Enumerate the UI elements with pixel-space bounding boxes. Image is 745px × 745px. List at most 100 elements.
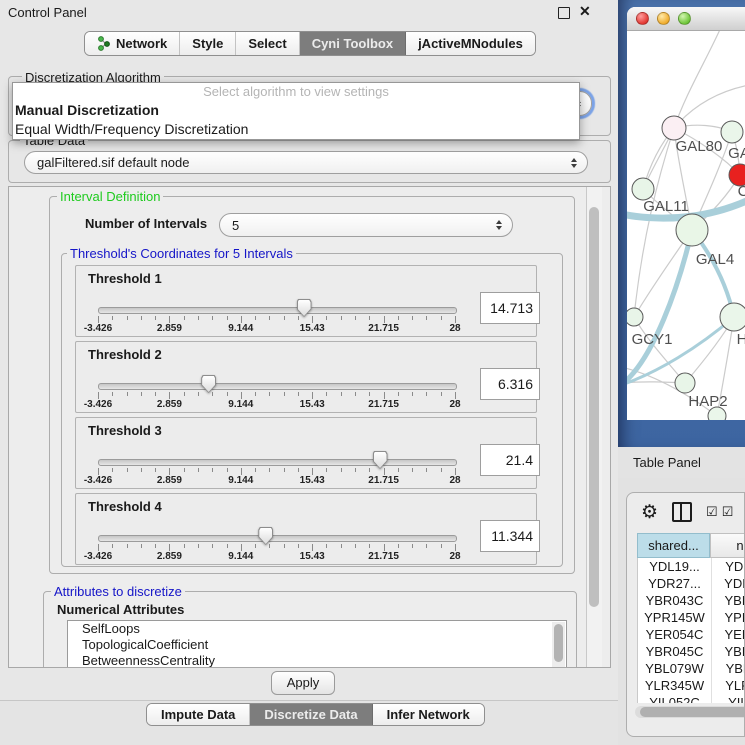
tab-cyni-toolbox[interactable]: Cyni Toolbox — [300, 32, 406, 55]
network-node[interactable] — [720, 303, 745, 331]
threshold-slider-track[interactable] — [98, 383, 457, 390]
scrollbar-thumb[interactable] — [554, 624, 563, 662]
apply-button[interactable]: Apply — [271, 671, 335, 695]
scrollbar-thumb[interactable] — [589, 207, 599, 607]
table-row[interactable]: YBR043CYBR0 — [638, 592, 745, 609]
tick-mark — [155, 544, 156, 548]
table-cell[interactable]: YDR2 — [711, 575, 745, 592]
table-cell[interactable]: YBR0 — [711, 592, 745, 609]
dropdown-option[interactable]: Equal Width/Frequency Discretization — [13, 120, 579, 139]
table-cell[interactable]: YDL19... — [638, 558, 711, 575]
split-view-icon[interactable] — [672, 502, 692, 522]
tab-impute-data[interactable]: Impute Data — [147, 704, 250, 725]
network-window-titlebar[interactable] — [627, 7, 745, 31]
tab-jactivemnodules[interactable]: jActiveMNodules — [406, 32, 535, 55]
float-icon[interactable] — [558, 7, 570, 19]
threshold-value-field[interactable]: 11.344 — [480, 520, 540, 552]
network-node[interactable] — [662, 116, 686, 140]
table-row[interactable]: YBR045CYBR0 — [638, 643, 745, 660]
table-horizontal-scrollbar[interactable] — [635, 706, 745, 718]
table-cell[interactable]: YLR345W — [638, 677, 711, 694]
checkbox-icon[interactable]: ☑ — [706, 504, 718, 520]
attribute-item[interactable]: BetweennessCentrality — [68, 653, 566, 668]
network-node[interactable] — [675, 373, 695, 393]
threshold-value-field[interactable]: 21.4 — [480, 444, 540, 476]
column-header[interactable]: shared... — [637, 533, 710, 558]
tick-mark — [127, 392, 128, 396]
table-row[interactable]: YIL052CYIL0 — [638, 694, 745, 703]
network-graph[interactable]: GAL80GACGAL11GAL4GCY1HHAP2 — [627, 31, 745, 420]
tab-infer-network[interactable]: Infer Network — [373, 704, 484, 725]
panel-scrollbar[interactable] — [586, 187, 602, 667]
table-cell[interactable]: YIL0 — [711, 694, 745, 703]
table-cell[interactable]: YER0 — [711, 626, 745, 643]
table-cell[interactable]: YLR3 — [711, 677, 745, 694]
attributes-scrollbar[interactable] — [552, 622, 565, 668]
tab-label: Network — [116, 36, 167, 51]
table-cell[interactable]: YDR27... — [638, 575, 711, 592]
table-cell[interactable]: YPR145W — [638, 609, 711, 626]
table-cell[interactable]: YBL079W — [638, 660, 711, 677]
threshold-value-field[interactable]: 6.316 — [480, 368, 540, 400]
table-cell[interactable]: YIL052C — [638, 694, 711, 703]
threshold-slider-track[interactable] — [98, 459, 457, 466]
tick-mark — [227, 544, 228, 548]
table-row[interactable]: YBL079WYBL0 — [638, 660, 745, 677]
table-cell[interactable]: YBL0 — [711, 660, 745, 677]
table-cell[interactable]: YER054C — [638, 626, 711, 643]
tick-label: 9.144 — [228, 399, 253, 410]
network-node[interactable] — [721, 121, 743, 143]
tab-network[interactable]: Network — [85, 32, 180, 55]
dropdown-option[interactable]: Manual Discretization — [13, 101, 579, 120]
table-cell[interactable]: YPR1 — [711, 609, 745, 626]
tick-mark — [369, 544, 370, 548]
tick-mark — [98, 544, 99, 551]
attributes-list[interactable]: SelfLoopsTopologicalCoefficientBetweenne… — [67, 620, 567, 668]
network-canvas[interactable]: GAL80GACGAL11GAL4GCY1HHAP2 — [627, 31, 745, 420]
table-row[interactable]: YLR345WYLR3 — [638, 677, 745, 694]
threshold-slider-handle[interactable] — [297, 299, 312, 317]
tick-mark — [441, 544, 442, 548]
tab-select[interactable]: Select — [236, 32, 299, 55]
table-cell[interactable]: YBR0 — [711, 643, 745, 660]
column-header[interactable]: n — [710, 533, 745, 558]
threshold-slider-handle[interactable] — [201, 375, 216, 393]
tab-label: Cyni Toolbox — [312, 36, 393, 51]
table-row[interactable]: YER054CYER0 — [638, 626, 745, 643]
tick-mark — [312, 544, 313, 551]
network-node[interactable] — [627, 308, 643, 326]
node-label: GAL4 — [696, 251, 734, 268]
attribute-item[interactable]: TopologicalCoefficient — [68, 637, 566, 653]
tick-label: 28 — [449, 399, 460, 410]
threshold-slider-handle[interactable] — [373, 451, 388, 469]
close-traffic-light-icon[interactable] — [636, 12, 649, 25]
network-node[interactable] — [676, 214, 708, 246]
table-row[interactable]: YPR145WYPR1 — [638, 609, 745, 626]
network-node[interactable] — [632, 178, 654, 200]
tab-discretize-data[interactable]: Discretize Data — [250, 704, 372, 725]
attribute-item[interactable]: SelfLoops — [68, 621, 566, 637]
table-cell[interactable]: YBR043C — [638, 592, 711, 609]
tick-mark — [455, 392, 456, 399]
zoom-traffic-light-icon[interactable] — [678, 12, 691, 25]
num-intervals-combobox[interactable]: 5 — [219, 213, 513, 237]
table-cell[interactable]: YDL1 — [711, 558, 745, 575]
table-data-combobox[interactable]: galFiltered.sif default node — [24, 151, 588, 174]
minimize-traffic-light-icon[interactable] — [657, 12, 670, 25]
table-row[interactable]: YDL19...YDL1 — [638, 558, 745, 575]
threshold-slider-handle[interactable] — [258, 527, 273, 545]
threshold-slider-track[interactable] — [98, 307, 457, 314]
tab-style[interactable]: Style — [180, 32, 236, 55]
threshold-slider-track[interactable] — [98, 535, 457, 542]
threshold-value-field[interactable]: 14.713 — [480, 292, 540, 324]
scrollbar-thumb[interactable] — [640, 707, 745, 717]
tick-label: 28 — [449, 323, 460, 334]
tick-mark — [98, 316, 99, 323]
close-icon[interactable]: ✕ — [579, 3, 591, 20]
tick-label: 9.144 — [228, 323, 253, 334]
checkbox-icon[interactable]: ☑ — [722, 504, 734, 520]
table-row[interactable]: YDR27...YDR2 — [638, 575, 745, 592]
stepper-icon — [571, 158, 577, 168]
table-cell[interactable]: YBR045C — [638, 643, 711, 660]
gear-icon[interactable]: ⚙ — [641, 503, 658, 522]
